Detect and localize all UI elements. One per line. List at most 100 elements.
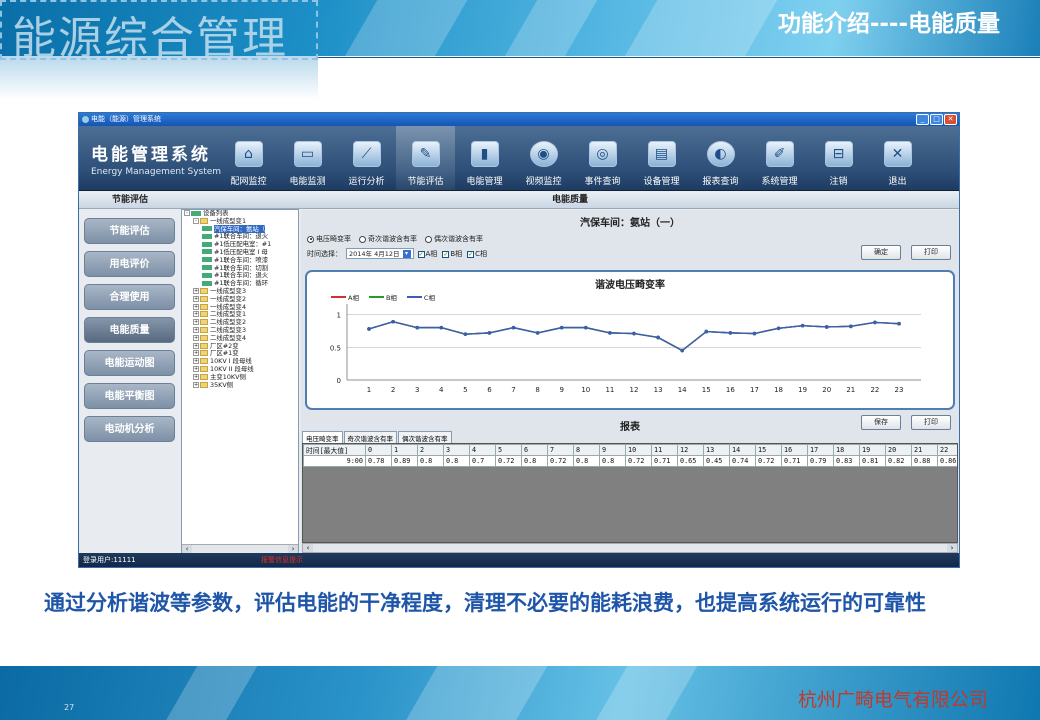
left-menu-button[interactable]: 电能平衡图 bbox=[84, 383, 175, 409]
x-tick-label: 17 bbox=[750, 386, 759, 394]
table-header-cell: 6 bbox=[521, 444, 548, 456]
left-menu-button[interactable]: 电能质量 bbox=[84, 317, 175, 343]
folder-icon bbox=[200, 217, 208, 224]
tree-item[interactable]: +35KV侧 bbox=[182, 381, 298, 390]
table-cell: 0.86 bbox=[937, 455, 957, 467]
table-cell: 0.79 bbox=[807, 455, 834, 467]
nav-item-10[interactable]: ⊟ 注销 bbox=[809, 126, 868, 190]
save-button[interactable]: 保存 bbox=[861, 415, 901, 430]
expand-icon[interactable]: + bbox=[193, 334, 199, 341]
nav-label: 退出 bbox=[888, 177, 907, 187]
table-header-cell: 8 bbox=[573, 444, 600, 456]
nav-item-7[interactable]: ▤ 设备管理 bbox=[632, 126, 691, 190]
grid-scroll-right-icon[interactable]: › bbox=[947, 544, 957, 552]
table-cell: 0.8 bbox=[599, 455, 626, 467]
radio-button[interactable] bbox=[425, 235, 432, 243]
chart-plot: 00.511 2 3 4 5 6 7 8 9 10 11 12 13 14 15 16 17 18 19 20 21 22… bbox=[330, 304, 921, 394]
radio-option[interactable]: 电压畸变率 bbox=[307, 234, 351, 244]
report-print-button[interactable]: 打印 bbox=[911, 415, 951, 430]
expand-icon[interactable]: + bbox=[193, 311, 199, 318]
x-tick-label: 6 bbox=[487, 386, 492, 394]
chevron-down-icon[interactable]: ▾ bbox=[402, 249, 411, 258]
device-icon: ▤ bbox=[647, 141, 676, 167]
x-tick-label: 21 bbox=[846, 386, 855, 394]
tree-item[interactable]: + 厂区#2变 bbox=[182, 342, 298, 351]
close-icon[interactable]: ✕ bbox=[944, 114, 957, 125]
harmonic-chart: 谐波电压畸变率 A相 B相 C相 0 0.5 1 1 2 3 4 5 6 7 8 9 10 11 12 13 14 1… bbox=[305, 270, 955, 410]
nav-item-4[interactable]: ▮ 电能管理 bbox=[455, 126, 514, 190]
table-row[interactable]: 9:00 0.78 0.89 0.8 0.8 0.7 0.72 0.8 0.72 0.8 0.8 0.… bbox=[303, 455, 957, 467]
tree-item-label: 二线成型变4 bbox=[210, 333, 247, 342]
folder-icon bbox=[200, 311, 208, 318]
tree-item[interactable]: + 主变10KV侧 bbox=[182, 373, 298, 382]
expand-icon[interactable]: + bbox=[193, 342, 199, 349]
nav-item-0[interactable]: ⌂ 配网监控 bbox=[219, 126, 278, 190]
expand-icon[interactable]: + bbox=[193, 303, 199, 310]
checkbox-icon[interactable]: ✓ bbox=[467, 250, 475, 258]
expand-icon[interactable]: + bbox=[193, 365, 199, 372]
x-tick-label: 10 bbox=[581, 386, 590, 394]
table-cell: 0.89 bbox=[391, 455, 418, 467]
report-grid[interactable]: 时间[最大值] 0 1 2 3 4 5 6 7 8 9 10 11 12 13 14 15 16 17 18 19 20 2… bbox=[302, 443, 958, 543]
grid-scroll-left-icon[interactable]: ‹ bbox=[303, 544, 313, 552]
expand-icon[interactable]: - bbox=[193, 217, 199, 224]
table-header-cell: 7 bbox=[547, 444, 574, 456]
nav-item-9[interactable]: ✐ 系统管理 bbox=[750, 126, 809, 190]
grid-scrollbar[interactable]: ‹ › bbox=[302, 543, 958, 553]
tree-item-label: 一线成型变2 bbox=[210, 294, 247, 303]
x-tick-label: 12 bbox=[630, 386, 639, 394]
x-tick-label: 19 bbox=[798, 386, 807, 394]
checkbox-icon[interactable]: ✓ bbox=[442, 250, 450, 258]
radio-option[interactable]: 偶次谐波含有率 bbox=[425, 234, 483, 244]
data-point bbox=[776, 326, 781, 331]
table-cell: 0.72 bbox=[547, 455, 574, 467]
main-panel: 汽保车间：氨站（一） 电压畸变率 奇次谐波含有率 偶次谐波含有率 时间选择： 201… bbox=[301, 210, 959, 555]
left-menu-button[interactable]: 合理使用 bbox=[84, 284, 175, 310]
confirm-button[interactable]: 确定 bbox=[861, 245, 901, 260]
nav-item-11[interactable]: ✕ 退出 bbox=[868, 126, 927, 190]
expand-icon[interactable]: + bbox=[193, 381, 199, 388]
minimize-icon[interactable]: _ bbox=[916, 114, 929, 125]
expand-icon[interactable]: + bbox=[193, 319, 199, 326]
expand-icon[interactable]: - bbox=[184, 210, 190, 216]
nav-item-6[interactable]: ◎ 事件查询 bbox=[573, 126, 632, 190]
expand-icon[interactable]: + bbox=[193, 326, 199, 333]
phase-checkbox[interactable]: ✓ C相 bbox=[467, 249, 487, 259]
radio-button[interactable] bbox=[359, 235, 366, 243]
left-menu-button[interactable]: 节能评估 bbox=[84, 218, 175, 244]
maximize-icon[interactable]: □ bbox=[930, 114, 943, 125]
nav-item-3[interactable]: ✎ 节能评估 bbox=[396, 126, 455, 190]
tree-item-label: #1低压配电室 I 母 bbox=[214, 247, 268, 256]
table-header-cell: 20 bbox=[885, 444, 912, 456]
expand-icon[interactable]: + bbox=[193, 358, 199, 365]
nav-item-5[interactable]: ◉ 视频监控 bbox=[514, 126, 573, 190]
expand-icon[interactable]: + bbox=[193, 287, 199, 294]
expand-icon[interactable]: + bbox=[193, 350, 199, 357]
phase-checkbox[interactable]: ✓ A相 bbox=[417, 249, 437, 259]
device-tree[interactable]: - 设备列表 - 一线成型变1 汽保车间：氨站（ #1联合车间：退火 #1低压配电室：#1 #… bbox=[181, 209, 299, 555]
tree-item[interactable]: + 二线成型变4 bbox=[182, 333, 298, 343]
print-button[interactable]: 打印 bbox=[911, 245, 951, 260]
nav-item-1[interactable]: ▭ 电能监测 bbox=[278, 126, 337, 190]
date-picker[interactable]: 2014年 4月12日 ▾ bbox=[346, 248, 414, 259]
folder-icon bbox=[200, 303, 208, 310]
checkbox-icon[interactable]: ✓ bbox=[417, 250, 425, 258]
data-point bbox=[415, 325, 419, 330]
table-header-cell: 12 bbox=[677, 444, 704, 456]
folder-icon bbox=[200, 295, 208, 302]
phase-checkbox[interactable]: ✓ B相 bbox=[442, 249, 462, 259]
tree-item-label: 二线成型变2 bbox=[210, 318, 247, 327]
radio-button[interactable] bbox=[307, 235, 314, 243]
nav-label: 设备管理 bbox=[643, 177, 680, 187]
nav-item-8[interactable]: ◐ 报表查询 bbox=[691, 126, 750, 190]
left-menu-button[interactable]: 电动机分析 bbox=[84, 416, 175, 442]
left-menu-button[interactable]: 电能运动图 bbox=[84, 350, 175, 376]
data-point bbox=[656, 335, 660, 340]
radio-option[interactable]: 奇次谐波含有率 bbox=[359, 234, 417, 244]
nav-item-2[interactable]: ⟋ 运行分析 bbox=[337, 126, 396, 190]
disc-icon: ◐ bbox=[706, 141, 735, 167]
nav-label: 电能监测 bbox=[289, 177, 326, 187]
expand-icon[interactable]: + bbox=[193, 295, 199, 302]
expand-icon[interactable]: + bbox=[193, 373, 199, 380]
left-menu-button[interactable]: 用电评价 bbox=[84, 251, 175, 277]
